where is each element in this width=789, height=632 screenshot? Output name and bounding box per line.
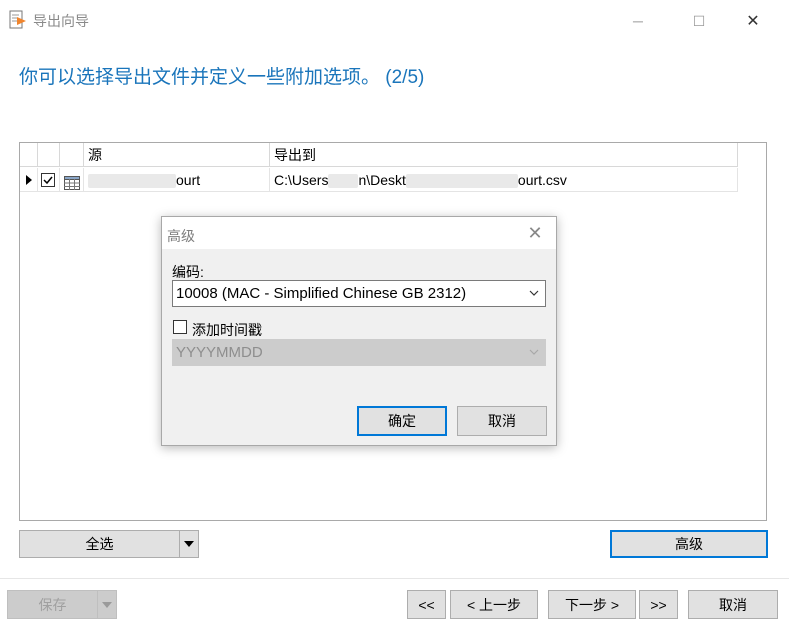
footer-separator: [0, 578, 789, 579]
header-icon-cell: [60, 143, 84, 167]
source-name: ourt: [176, 172, 201, 188]
dest-filename: ourt.csv: [517, 172, 567, 188]
add-timestamp-checkbox[interactable]: [173, 320, 187, 334]
page-heading: 你可以选择导出文件并定义一些附加选项。 (2/5): [19, 67, 425, 88]
close-button[interactable]: ✕: [738, 8, 768, 34]
dialog-title: 高级: [167, 228, 195, 244]
row-pointer-icon: [26, 175, 32, 185]
select-all-dropdown-button[interactable]: [179, 530, 199, 558]
cancel-button[interactable]: 取消: [688, 590, 778, 619]
next-step-button[interactable]: 下一步 >: [548, 590, 636, 619]
first-step-button[interactable]: <<: [407, 590, 446, 619]
row-destination-cell[interactable]: C:\Users n\Deskt ourt.csv: [270, 168, 738, 192]
encoding-value: 10008 (MAC - Simplified Chinese GB 2312): [176, 285, 467, 302]
previous-step-button[interactable]: < 上一步: [450, 590, 538, 619]
dest-path-part1: C:\Users: [274, 172, 329, 188]
row-icon-cell: [60, 168, 84, 192]
last-step-button[interactable]: >>: [639, 590, 678, 619]
row-source-cell[interactable]: ourt: [84, 168, 270, 192]
timestamp-format-value: YYYYMMDD: [176, 344, 263, 361]
maximize-button[interactable]: ☐: [684, 8, 714, 34]
column-header-source[interactable]: 源: [84, 143, 270, 167]
dialog-close-button[interactable]: ✕: [524, 223, 546, 243]
export-wizard-icon: [9, 10, 27, 30]
timestamp-format-select[interactable]: YYYYMMDD: [172, 339, 546, 366]
row-indicator-cell: [20, 168, 38, 192]
redacted-text: [88, 174, 176, 189]
redacted-text: [328, 174, 359, 189]
dialog-cancel-button[interactable]: 取消: [457, 406, 547, 436]
dest-path-part2: n\Deskt: [358, 172, 406, 188]
title-bar: 导出向导 ─ ☐ ✕: [0, 0, 789, 40]
chevron-down-icon: [529, 290, 539, 296]
save-button[interactable]: 保存: [7, 590, 98, 619]
header-indicator-cell: [20, 143, 38, 167]
encoding-select[interactable]: 10008 (MAC - Simplified Chinese GB 2312): [172, 280, 546, 307]
minimize-button[interactable]: ─: [623, 8, 653, 34]
caret-down-icon: [184, 541, 194, 547]
grid-header: 源 导出到: [20, 143, 738, 167]
select-all-button[interactable]: 全选: [19, 530, 180, 558]
row-check-cell: [38, 168, 60, 192]
advanced-button[interactable]: 高级: [610, 530, 768, 558]
dialog-ok-button[interactable]: 确定: [357, 406, 447, 436]
window-title: 导出向导: [33, 13, 89, 29]
advanced-dialog: 高级 ✕ 编码: 10008 (MAC - Simplified Chinese…: [161, 216, 557, 446]
column-header-export-to[interactable]: 导出到: [270, 143, 738, 167]
redacted-text: [405, 174, 518, 189]
dialog-title-bar: 高级 ✕: [162, 217, 556, 249]
save-dropdown-button[interactable]: [97, 590, 117, 619]
caret-down-icon: [102, 601, 112, 608]
table-icon: [64, 173, 80, 192]
row-checkbox[interactable]: [41, 173, 55, 187]
encoding-label: 编码:: [172, 264, 204, 280]
chevron-down-icon: [529, 349, 539, 355]
table-row[interactable]: ourt C:\Users n\Deskt ourt.csv: [20, 168, 738, 192]
add-timestamp-label: 添加时间戳: [192, 322, 262, 338]
header-check-cell: [38, 143, 60, 167]
